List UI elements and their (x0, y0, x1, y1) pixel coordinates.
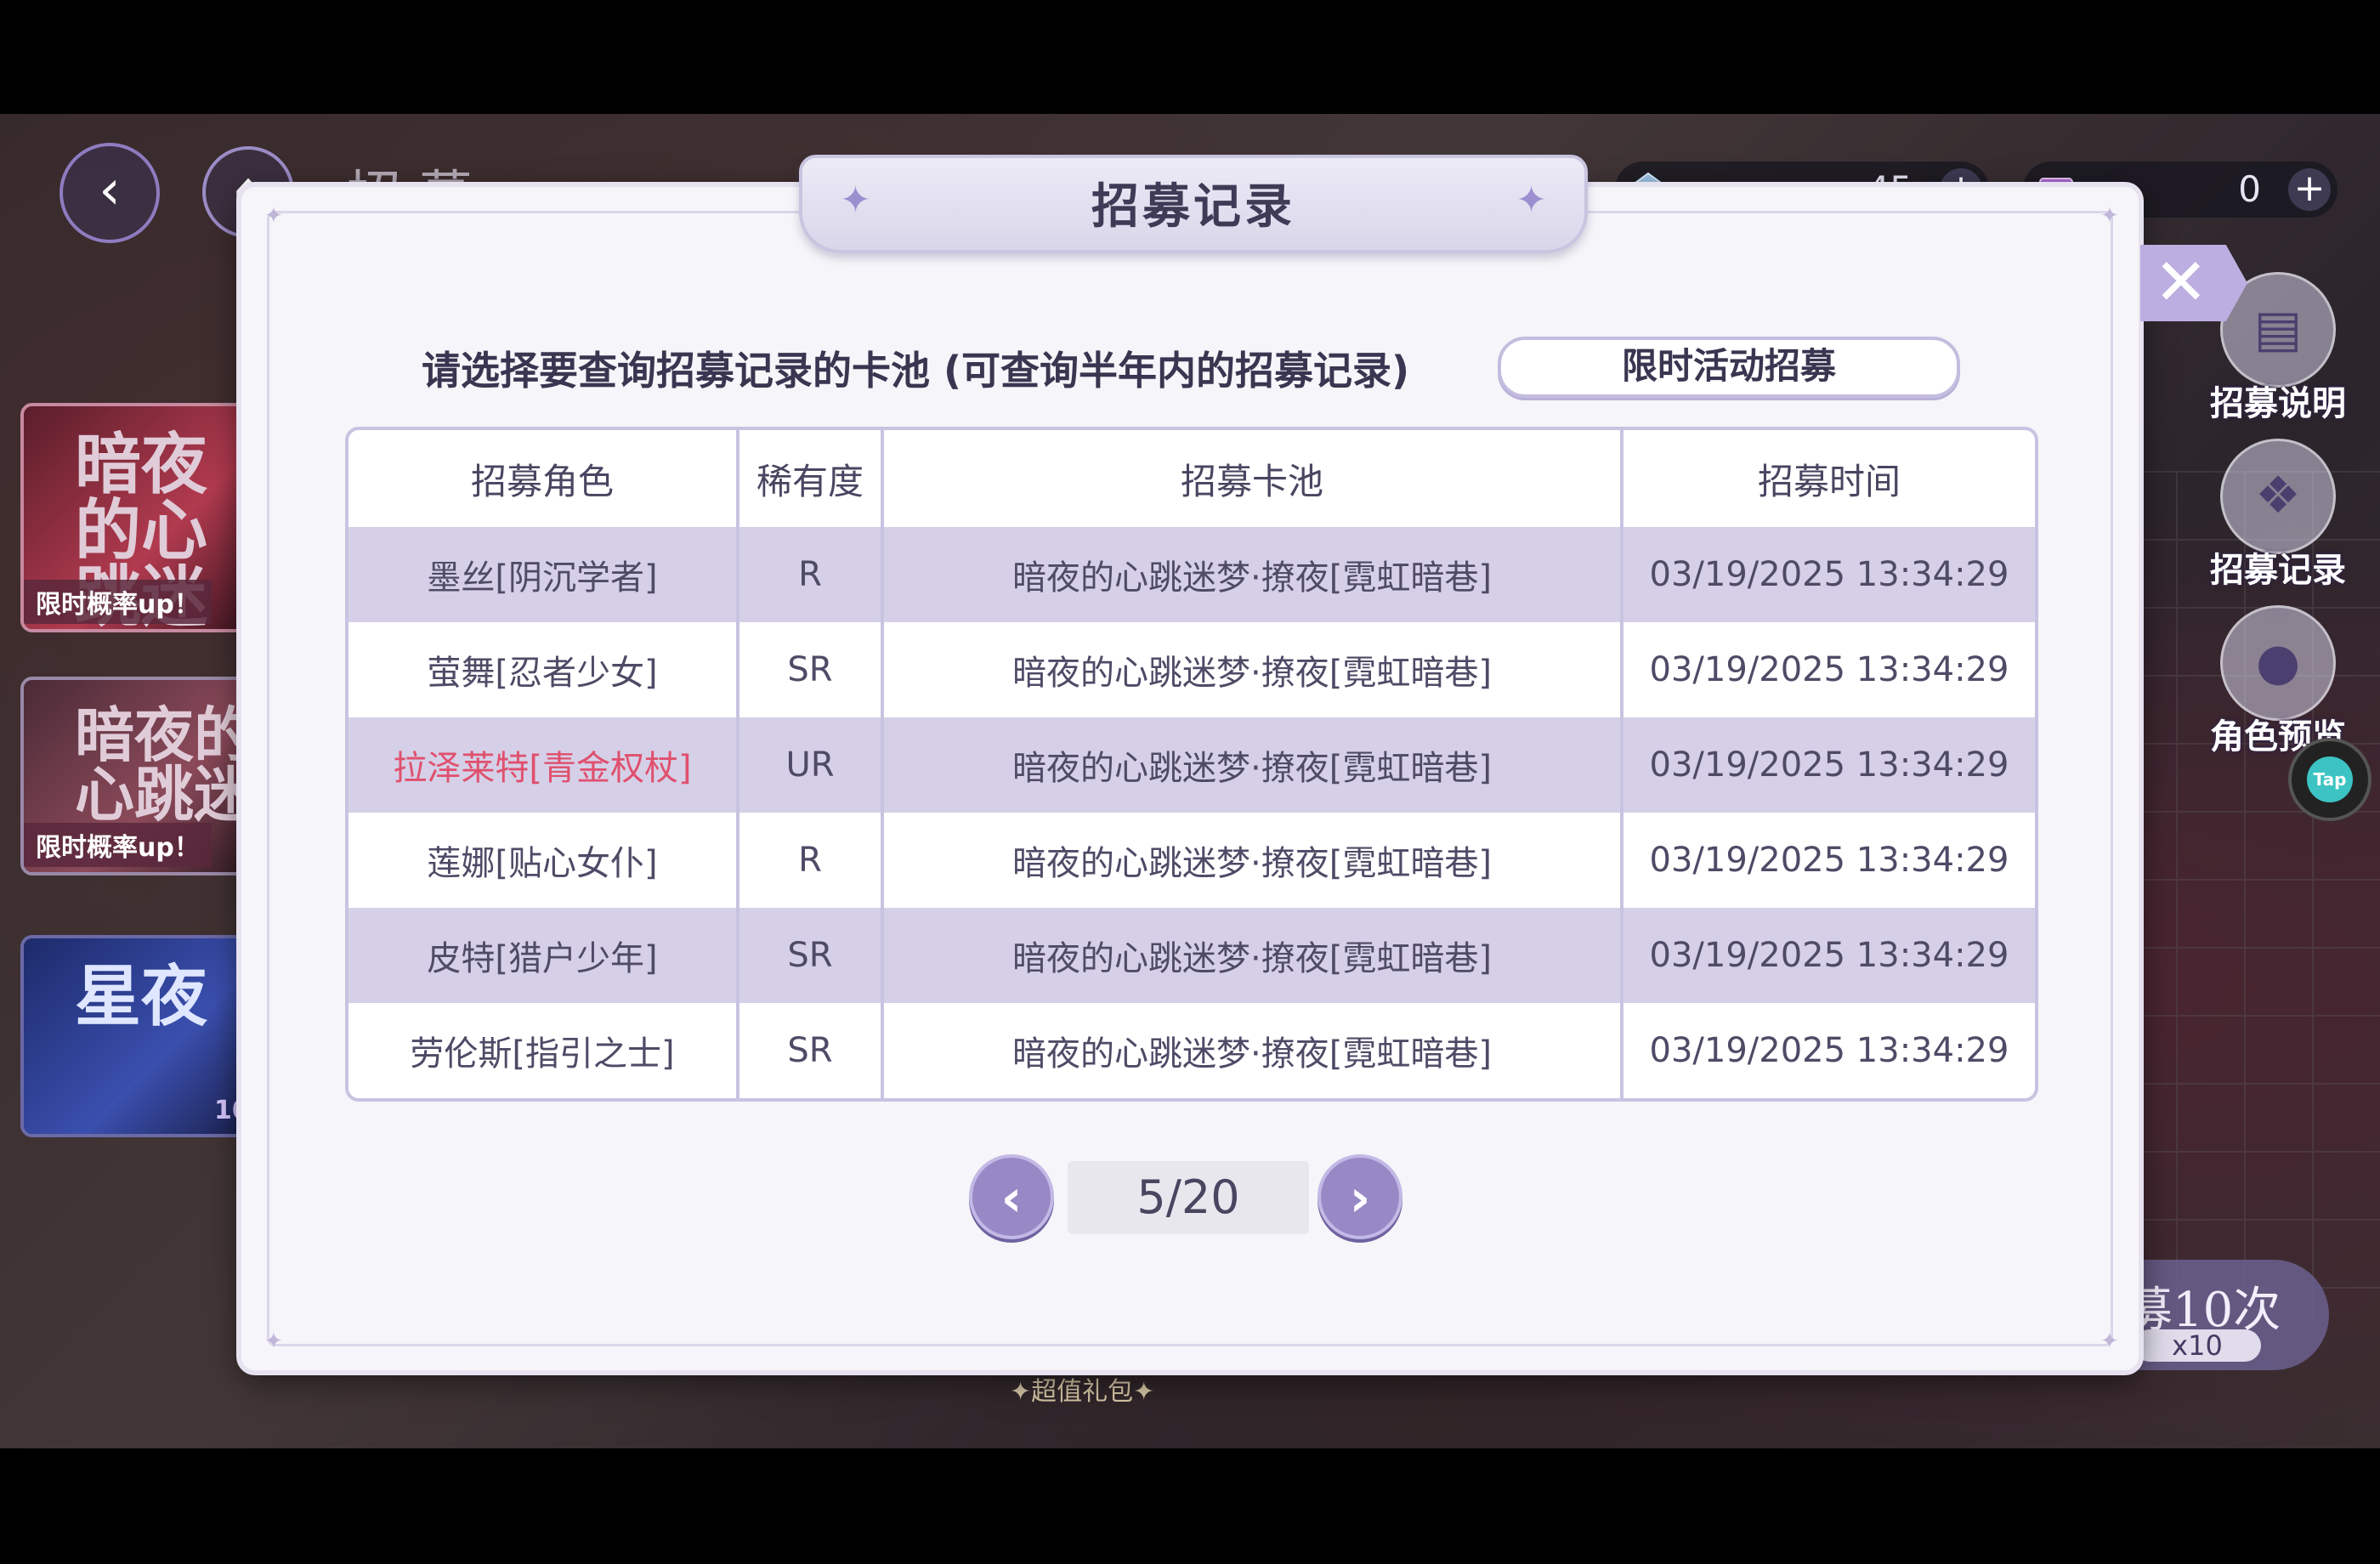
header-pool: 招募卡池 (884, 430, 1624, 527)
header-time: 招募时间 (1757, 460, 1901, 502)
recruit-record-modal: ✦ ✦ ✦ ✦ ✦ 招募记录 ✦ 请选择要查询招募记录的卡池 (可查询半年内的招… (241, 155, 2139, 1370)
sparkle-icon: ✦ (1516, 178, 1547, 222)
close-modal-button[interactable]: ✕ (2140, 245, 2247, 321)
cell-character: 劳伦斯[指引之士] (348, 1003, 740, 1098)
cell-time: 03/19/2025 13:34:29 (1649, 936, 2009, 975)
side-banner-1[interactable]: 暗夜的心跳迷 限时概率up！ (20, 677, 257, 876)
gift-pack-label[interactable]: ✦超值礼包✦ (1010, 1370, 1154, 1408)
modal-title: 招募记录 (1091, 179, 1295, 235)
corner-ornament-icon: ✦ (2100, 203, 2119, 229)
tap-floating-button[interactable]: Tap (2288, 738, 2372, 821)
close-icon: ✕ (2154, 244, 2208, 320)
table-row: 皮特[猎户少年] SR 暗夜的心跳迷梦·撩夜[霓虹暗巷] 03/19/2025 … (348, 908, 2035, 1003)
cards-icon: ❖ (2220, 439, 2336, 554)
cell-pool: 暗夜的心跳迷梦·撩夜[霓虹暗巷] (884, 717, 1624, 813)
cell-character: 皮特[猎户少年] (348, 908, 740, 1003)
recruit-record-table: 招募角色 稀有度 招募卡池 招募时间 墨丝[阴沉学者] R 暗夜的心跳迷梦·撩夜… (345, 427, 2038, 1102)
chevron-left-icon: ‹ (1000, 1169, 1023, 1228)
cell-rarity: R (740, 813, 884, 908)
modal-title-tab: ✦ 招募记录 ✦ (799, 155, 1588, 253)
cell-time: 03/19/2025 13:34:29 (1649, 1031, 2009, 1070)
person-icon: ● (2220, 605, 2336, 721)
banner-tag: 限时概率up！ (24, 580, 212, 624)
table-row: 劳伦斯[指引之士] SR 暗夜的心跳迷梦·撩夜[霓虹暗巷] 03/19/2025… (348, 1003, 2035, 1098)
recruit-10-cost: x10 (2134, 1329, 2261, 1362)
cell-pool: 暗夜的心跳迷梦·撩夜[霓虹暗巷] (884, 622, 1624, 717)
side-banner-0[interactable]: 暗夜的心跳迷 限时概率up！ (20, 403, 257, 632)
prev-page-button[interactable]: ‹ (969, 1154, 1054, 1239)
table-row: 墨丝[阴沉学者] R 暗夜的心跳迷梦·撩夜[霓虹暗巷] 03/19/2025 1… (348, 527, 2035, 622)
tiled-wall (2108, 471, 2380, 1321)
cell-rarity: R (740, 527, 884, 622)
cell-rarity: SR (740, 1003, 884, 1098)
banner-title: 星夜 (75, 958, 208, 1035)
banner-title: 暗夜的心跳迷 (75, 700, 253, 830)
cell-time: 03/19/2025 13:34:29 (1649, 745, 2009, 785)
next-page-button[interactable]: › (1318, 1154, 1402, 1239)
table-row: 莲娜[贴心女仆] R 暗夜的心跳迷梦·撩夜[霓虹暗巷] 03/19/2025 1… (348, 813, 2035, 908)
back-button[interactable]: ‹ (60, 143, 160, 243)
tap-icon: Tap (2307, 756, 2353, 802)
back-arrow-icon: ‹ (99, 159, 121, 222)
recruit-record-label: 招募记录 (2210, 550, 2346, 590)
corner-ornament-icon: ✦ (264, 203, 283, 229)
cell-character: 莲娜[贴心女仆] (348, 813, 740, 908)
cell-rarity: SR (740, 908, 884, 1003)
table-row: 萤舞[忍者少女] SR 暗夜的心跳迷梦·撩夜[霓虹暗巷] 03/19/2025 … (348, 622, 2035, 717)
corner-ornament-icon: ✦ (264, 1329, 283, 1354)
chevron-right-icon: › (1349, 1169, 1371, 1228)
table-header: 招募角色 稀有度 招募卡池 招募时间 (348, 430, 2035, 527)
cell-pool: 暗夜的心跳迷梦·撩夜[霓虹暗巷] (884, 1003, 1624, 1098)
cell-time: 03/19/2025 13:34:29 (1649, 555, 2009, 594)
page-indicator: 5/20 (1068, 1161, 1309, 1234)
table-row: 拉泽莱特[青金权杖] UR 暗夜的心跳迷梦·撩夜[霓虹暗巷] 03/19/202… (348, 717, 2035, 813)
cell-time: 03/19/2025 13:34:29 (1649, 841, 2009, 880)
header-character: 招募角色 (348, 430, 740, 527)
pool-selector-button[interactable]: 限时活动招募 (1498, 337, 1960, 398)
banner-tag: 限时概率up！ (24, 823, 212, 867)
cell-pool: 暗夜的心跳迷梦·撩夜[霓虹暗巷] (884, 813, 1624, 908)
cell-character: 萤舞[忍者少女] (348, 622, 740, 717)
cell-character: 拉泽莱特[青金权杖] (348, 717, 740, 813)
cell-character: 墨丝[阴沉学者] (348, 527, 740, 622)
cell-pool: 暗夜的心跳迷梦·撩夜[霓虹暗巷] (884, 527, 1624, 622)
side-banner-2[interactable]: 星夜 10 (20, 935, 257, 1137)
cell-pool: 暗夜的心跳迷梦·撩夜[霓虹暗巷] (884, 908, 1624, 1003)
ticket-count: 0 (2238, 168, 2261, 210)
cell-rarity: SR (740, 622, 884, 717)
character-preview-button[interactable]: ● 角色预览 (2202, 605, 2354, 758)
header-rarity: 稀有度 (740, 430, 884, 527)
corner-ornament-icon: ✦ (2100, 1329, 2119, 1354)
cell-time: 03/19/2025 13:34:29 (1649, 650, 2009, 689)
recruit-record-button[interactable]: ❖ 招募记录 (2202, 439, 2354, 592)
pagination: ‹ 5/20 › (969, 1153, 1411, 1246)
cell-rarity: UR (740, 717, 884, 813)
add-ticket-button[interactable]: + (2288, 168, 2331, 211)
recruit-info-label: 招募说明 (2210, 383, 2346, 423)
pool-select-prompt: 请选择要查询招募记录的卡池 (可查询半年内的招募记录) (422, 348, 1410, 394)
